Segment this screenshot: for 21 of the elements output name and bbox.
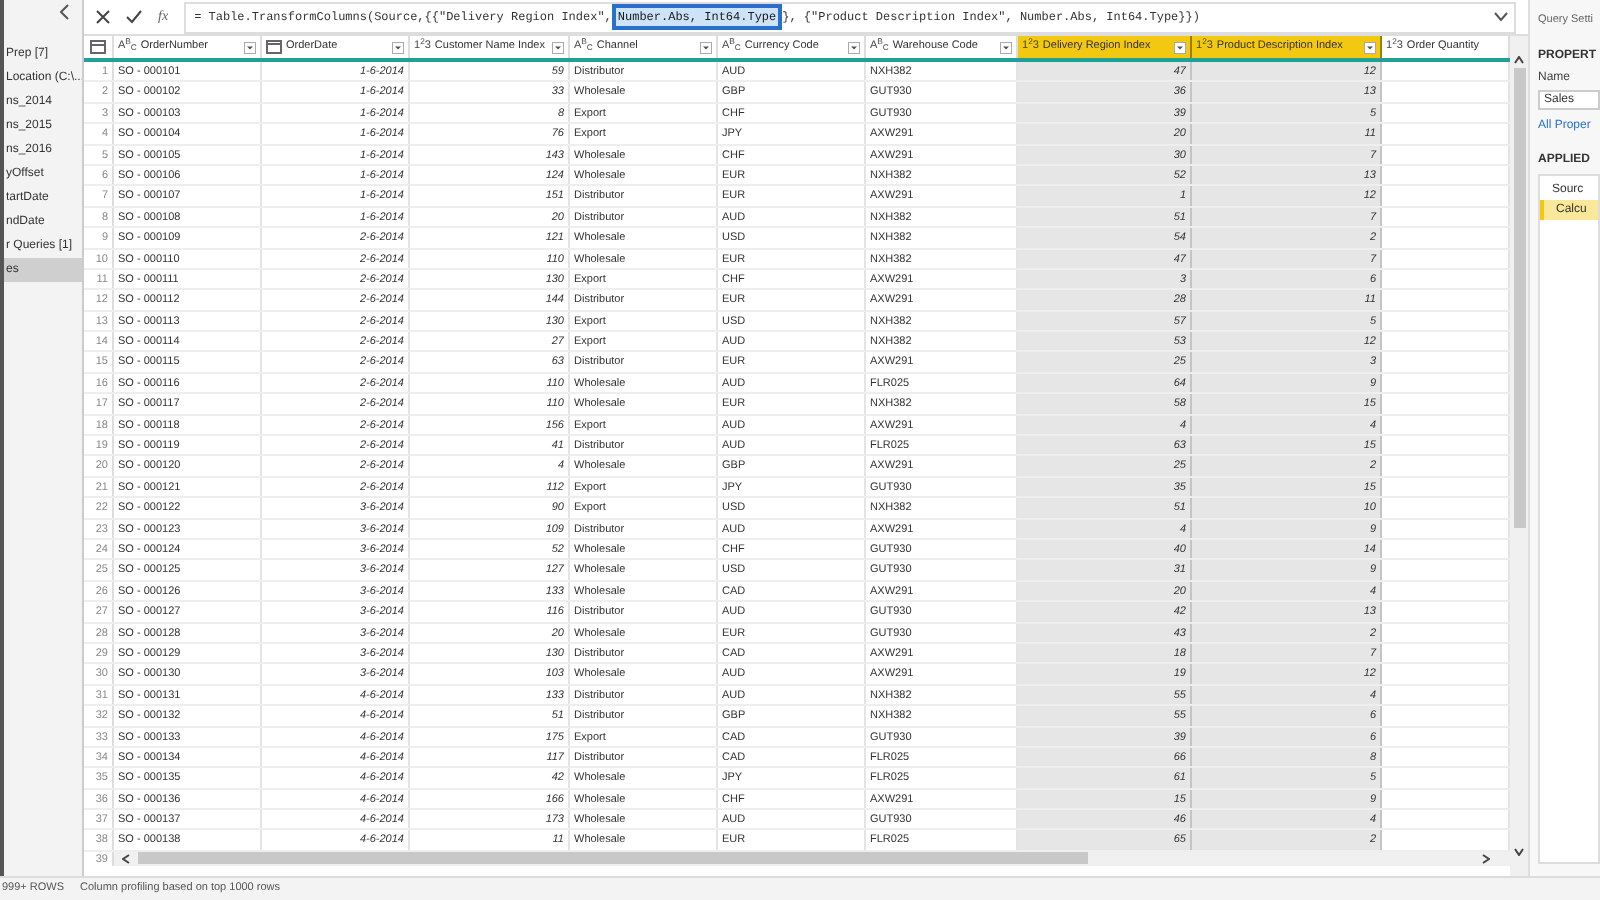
dropdown-icon[interactable] xyxy=(1000,41,1012,53)
dropdown-icon[interactable] xyxy=(1364,41,1376,53)
calendar-icon[interactable] xyxy=(266,40,282,54)
dropdown-icon[interactable] xyxy=(848,41,860,53)
dropdown-icon[interactable] xyxy=(1174,41,1186,53)
expand-icon[interactable] xyxy=(1494,12,1508,22)
scrollbar-thumb[interactable] xyxy=(1513,68,1525,528)
dropdown-icon[interactable] xyxy=(392,41,404,53)
dropdown-icon[interactable] xyxy=(244,41,256,53)
dropdown-icon[interactable] xyxy=(552,41,564,53)
scrollbar-thumb[interactable] xyxy=(138,852,1088,865)
table-icon[interactable] xyxy=(90,40,106,54)
scroll-up-icon[interactable] xyxy=(1514,56,1524,64)
close-icon[interactable] xyxy=(96,10,110,24)
collapse-icon[interactable] xyxy=(58,4,70,20)
vertical-scrollbar[interactable] xyxy=(1510,36,1528,876)
check-icon[interactable] xyxy=(126,10,142,24)
scroll-down-icon[interactable] xyxy=(1514,848,1524,856)
scroll-left-icon[interactable] xyxy=(122,853,130,864)
dropdown-icon[interactable] xyxy=(700,41,712,53)
scroll-right-icon[interactable] xyxy=(1482,853,1490,864)
